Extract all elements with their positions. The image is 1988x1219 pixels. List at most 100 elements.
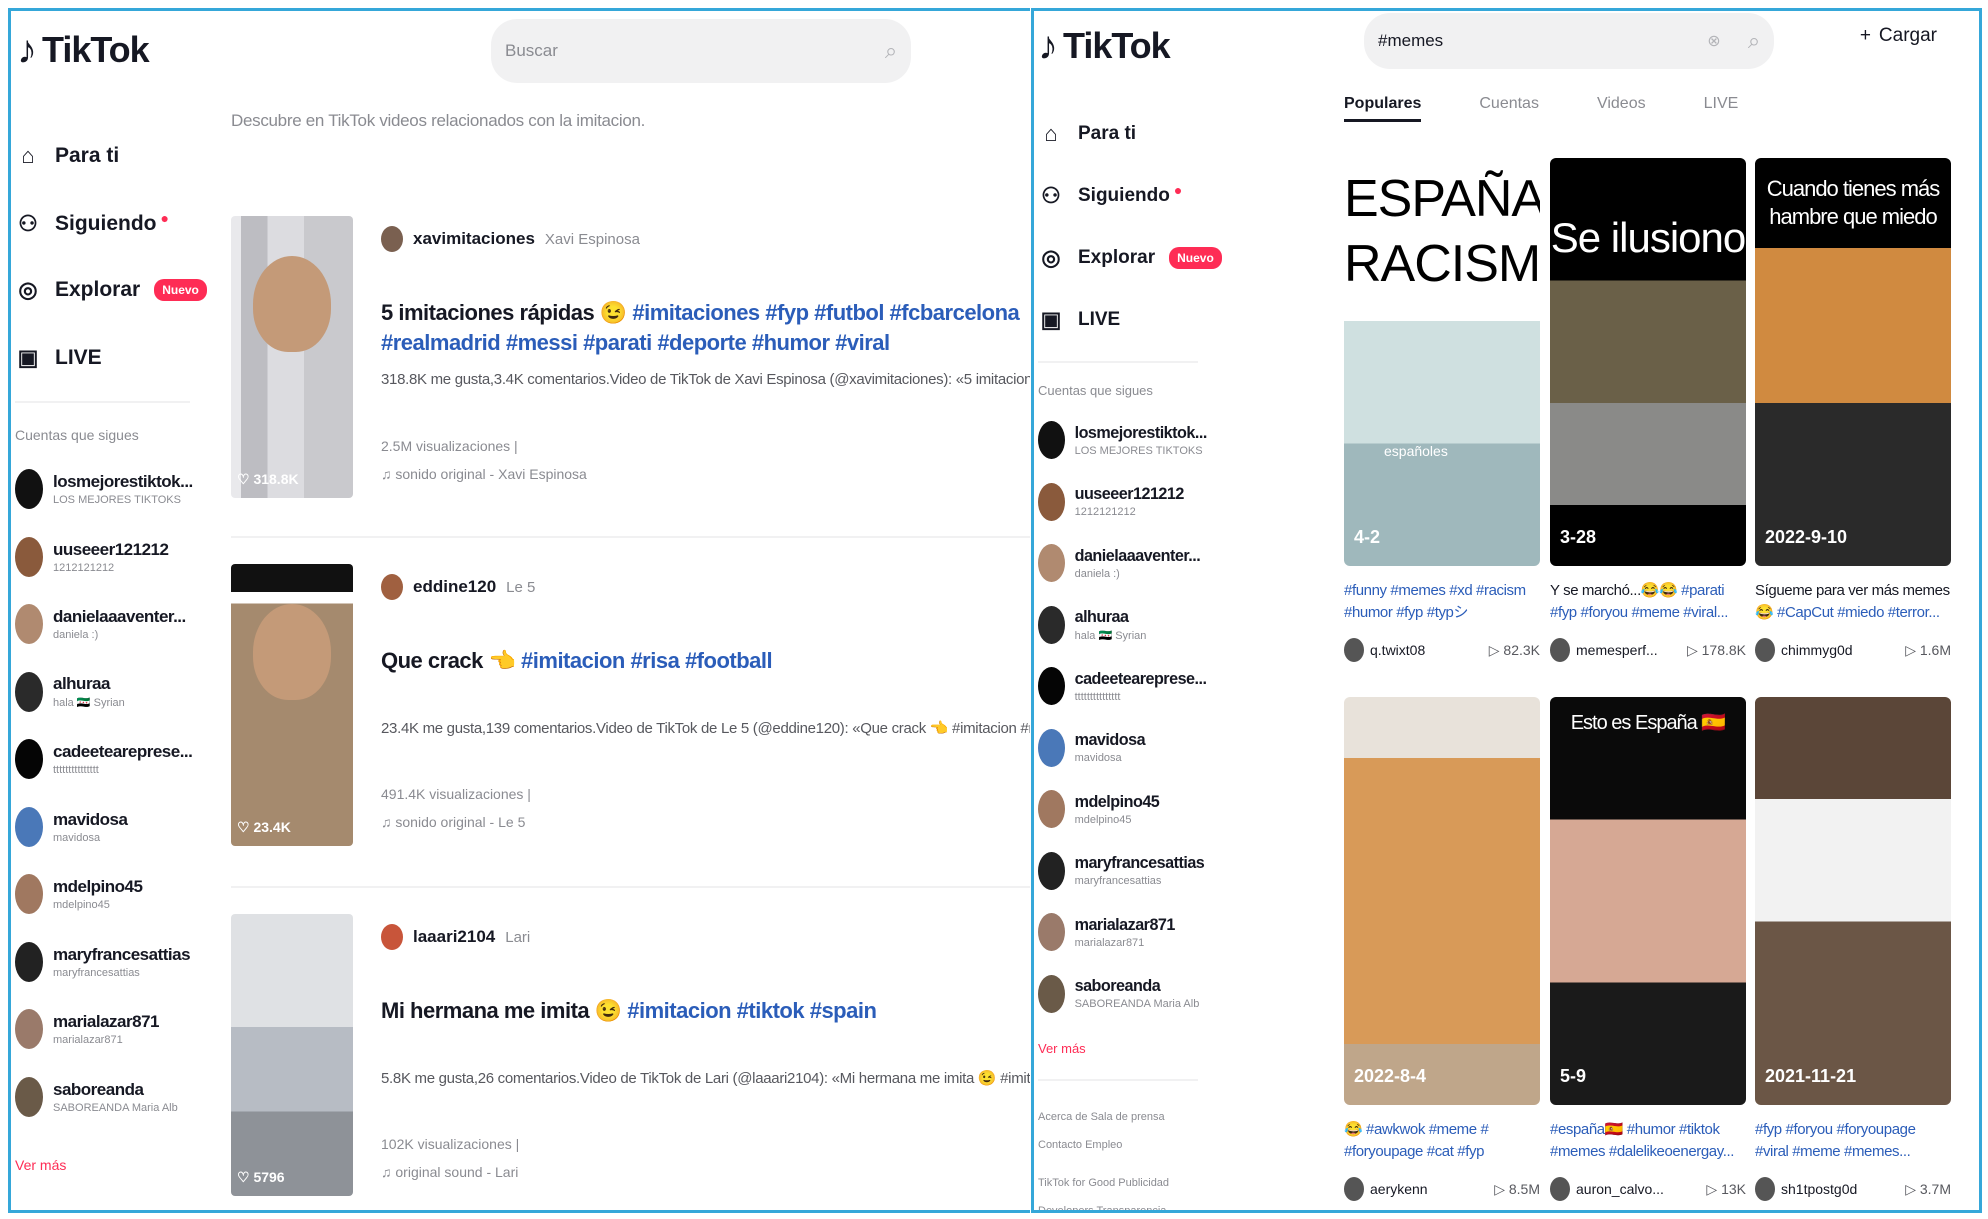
- video-description[interactable]: #españa🇪🇸 #humor #tiktok #memes #dalelik…: [1550, 1119, 1746, 1163]
- creator-avatar: [1344, 1177, 1364, 1201]
- hashtags[interactable]: #imitacion #tiktok #spain: [627, 998, 877, 1023]
- tab-live[interactable]: LIVE: [1704, 95, 1739, 122]
- search-icon[interactable]: ⌕: [1734, 28, 1774, 54]
- author-handle: laaari2104: [413, 927, 496, 946]
- creator-avatar: [1550, 1177, 1570, 1201]
- sound-link[interactable]: ♫ sonido original - Xavi Espinosa: [381, 466, 587, 482]
- search-result[interactable]: ♡ 23.4K eddine120 Le 5 Que crack 👈 #imit…: [231, 564, 1030, 846]
- video-thumbnail[interactable]: ♡ 5796: [231, 914, 353, 1196]
- video-description[interactable]: Y se marchó...😂😂 #parati #fyp #foryou #m…: [1550, 580, 1746, 624]
- hashtags[interactable]: #awkwok #meme # #foryoupage #cat #fyp: [1344, 1121, 1489, 1160]
- following-account[interactable]: uuseeer121212 1212121212: [15, 536, 169, 577]
- following-account[interactable]: mdelpino45 mdelpino45: [15, 874, 143, 914]
- following-account[interactable]: losmejorestiktok... LOS MEJORES TIKTOKS: [15, 469, 193, 509]
- hashtags[interactable]: #imitacion #risa #football: [521, 648, 773, 673]
- video-thumbnail[interactable]: 2022-8-4: [1344, 697, 1540, 1105]
- following-account[interactable]: danielaaaventer... daniela :): [1038, 544, 1201, 582]
- creator-handle[interactable]: auron_calvo...: [1576, 1181, 1664, 1197]
- following-subtitle: ttttttttttttttt: [53, 764, 99, 776]
- following-account[interactable]: marialazar871 marialazar871: [1038, 913, 1175, 951]
- search-bar[interactable]: Buscar ⌕: [491, 19, 911, 83]
- search-result[interactable]: ♡ 5796 laaari2104 Lari Mi hermana me imi…: [231, 914, 1030, 1196]
- sound-link[interactable]: ♫ original sound - Lari: [381, 1164, 518, 1180]
- following-account[interactable]: cadeeteareprese... ttttttttttttttt: [15, 739, 193, 779]
- video-thumbnail[interactable]: Se ilusiono 3-28: [1550, 158, 1746, 566]
- following-account[interactable]: mavidosa mavidosa: [1038, 728, 1146, 767]
- nav-siguiendo[interactable]: ⚇ Siguiendo ●: [1038, 182, 1182, 209]
- video-card[interactable]: Se ilusiono 3-28 Y se marchó...😂😂 #parat…: [1550, 158, 1746, 662]
- clear-icon[interactable]: ⊗: [1694, 31, 1734, 51]
- following-account[interactable]: maryfrancesattias maryfrancesattias: [1038, 851, 1205, 890]
- footer-links-1[interactable]: Acerca de Sala de prensa: [1038, 1111, 1165, 1123]
- following-account[interactable]: uuseeer121212 1212121212: [1038, 482, 1184, 521]
- result-author[interactable]: xavimitaciones Xavi Espinosa: [381, 226, 640, 252]
- result-title[interactable]: Que crack 👈 #imitacion #risa #football: [381, 646, 1030, 676]
- tab-videos[interactable]: Videos: [1597, 95, 1646, 122]
- video-thumbnail[interactable]: 2021-11-21: [1755, 697, 1951, 1105]
- search-bar[interactable]: #memes ⊗ ⌕: [1364, 13, 1774, 69]
- result-author[interactable]: eddine120 Le 5: [381, 574, 535, 600]
- following-account[interactable]: saboreanda SABOREANDA Maria Alb: [15, 1076, 178, 1117]
- nav-live[interactable]: ▣ LIVE: [15, 345, 102, 371]
- hashtags[interactable]: #CapCut #miedo #terror...: [1777, 604, 1940, 621]
- video-description[interactable]: #funny #memes #xd #racism #humor #fyp #t…: [1344, 580, 1540, 624]
- tab-cuentas[interactable]: Cuentas: [1479, 95, 1539, 122]
- video-thumbnail[interactable]: ♡ 23.4K: [231, 564, 353, 846]
- following-account[interactable]: danielaaaventer... daniela :): [15, 604, 186, 644]
- video-card[interactable]: 2021-11-21 #fyp #foryou #foryoupage #vir…: [1755, 697, 1951, 1201]
- video-card[interactable]: 2022-8-4 😂 #awkwok #meme # #foryoupage #…: [1344, 697, 1540, 1201]
- video-thumbnail[interactable]: Esto es España 🇪🇸 5-9: [1550, 697, 1746, 1105]
- video-card[interactable]: Cuando tienes más hambre que miedo 2022-9…: [1755, 158, 1951, 662]
- hashtags[interactable]: #fyp #foryou #foryoupage #viral #meme #m…: [1755, 1121, 1916, 1160]
- creator-handle[interactable]: memesperf...: [1576, 642, 1658, 658]
- nav-explorar[interactable]: ◎ Explorar Nuevo: [15, 277, 207, 303]
- video-thumbnail[interactable]: ♡ 318.8K: [231, 216, 353, 498]
- following-account[interactable]: maryfrancesattias maryfrancesattias: [15, 941, 191, 982]
- upload-button[interactable]: + Cargar: [1860, 25, 1937, 47]
- video-description[interactable]: #fyp #foryou #foryoupage #viral #meme #m…: [1755, 1119, 1951, 1163]
- following-account[interactable]: losmejorestiktok... LOS MEJORES TIKTOKS: [1038, 421, 1207, 459]
- creator-handle[interactable]: q.twixt08: [1370, 642, 1425, 658]
- following-account[interactable]: mavidosa mavidosa: [15, 806, 128, 847]
- result-title[interactable]: 5 imitaciones rápidas 😉 #imitaciones #fy…: [381, 298, 1030, 358]
- video-card[interactable]: ESPAÑA RACISMO españoles 4-2 #funny #memes…: [1344, 158, 1540, 662]
- result-title[interactable]: Mi hermana me imita 😉 #imitacion #tiktok…: [381, 996, 1030, 1026]
- search-input[interactable]: #memes: [1364, 31, 1694, 51]
- creator-handle[interactable]: chimmyg0d: [1781, 642, 1853, 658]
- following-account[interactable]: marialazar871 marialazar871: [15, 1009, 159, 1049]
- following-account[interactable]: alhuraa hala 🇸🇾 Syrian: [15, 671, 125, 712]
- search-result[interactable]: ♡ 318.8K xavimitaciones Xavi Espinosa 5 …: [231, 216, 1030, 498]
- video-description[interactable]: Sígueme para ver más memes 😂 #CapCut #mi…: [1755, 580, 1951, 624]
- ver-mas-link[interactable]: Ver más: [15, 1157, 66, 1173]
- tiktok-logo[interactable]: ♪ TikTok: [1038, 25, 1171, 67]
- nav-explorar[interactable]: ◎ Explorar Nuevo: [1038, 245, 1222, 271]
- following-account[interactable]: cadeeteareprese... ttttttttttttttt: [1038, 667, 1207, 705]
- following-account[interactable]: mdelpino45 mdelpino45: [1038, 790, 1160, 828]
- hashtags[interactable]: #funny #memes #xd #racism #humor #fyp #t…: [1344, 582, 1526, 621]
- following-account[interactable]: alhuraa hala 🇸🇾 Syrian: [1038, 605, 1146, 644]
- search-input[interactable]: Buscar: [491, 41, 871, 61]
- footer-links-4[interactable]: Developers Transparencia: [1038, 1205, 1166, 1210]
- tab-populares[interactable]: Populares: [1344, 95, 1422, 122]
- footer-links-2[interactable]: Contacto Empleo: [1038, 1139, 1122, 1151]
- search-icon[interactable]: ⌕: [871, 38, 911, 64]
- ver-mas-link[interactable]: Ver más: [1038, 1041, 1086, 1056]
- creator-handle[interactable]: aerykenn: [1370, 1181, 1428, 1197]
- sound-link[interactable]: ♫ sonido original - Le 5: [381, 814, 525, 830]
- creator-handle[interactable]: sh1tpostg0d: [1781, 1181, 1857, 1197]
- following-account[interactable]: saboreanda SABOREANDA Maria Alb: [1038, 974, 1199, 1013]
- video-card[interactable]: Esto es España 🇪🇸 5-9 #españa🇪🇸 #humor #…: [1550, 697, 1746, 1201]
- nav-para-ti[interactable]: ⌂ Para ti: [1038, 121, 1136, 147]
- nav-live[interactable]: ▣ LIVE: [1038, 307, 1121, 333]
- nav-siguiendo[interactable]: ⚇ Siguiendo ●: [15, 210, 169, 237]
- video-thumbnail[interactable]: Cuando tienes más hambre que miedo 2022-9…: [1755, 158, 1951, 566]
- footer-links-3[interactable]: TikTok for Good Publicidad: [1038, 1177, 1169, 1189]
- result-author[interactable]: laaari2104 Lari: [381, 924, 530, 950]
- avatar: [15, 469, 43, 509]
- hashtags[interactable]: #españa🇪🇸 #humor #tiktok #memes #dalelik…: [1550, 1121, 1734, 1160]
- play-count: ▷ 13K: [1706, 1180, 1746, 1197]
- nav-para-ti[interactable]: ⌂ Para ti: [15, 143, 119, 169]
- tiktok-logo[interactable]: ♪ TikTok: [17, 29, 150, 71]
- video-description[interactable]: 😂 #awkwok #meme # #foryoupage #cat #fyp: [1344, 1119, 1540, 1163]
- video-thumbnail[interactable]: ESPAÑA RACISMO españoles 4-2: [1344, 158, 1540, 566]
